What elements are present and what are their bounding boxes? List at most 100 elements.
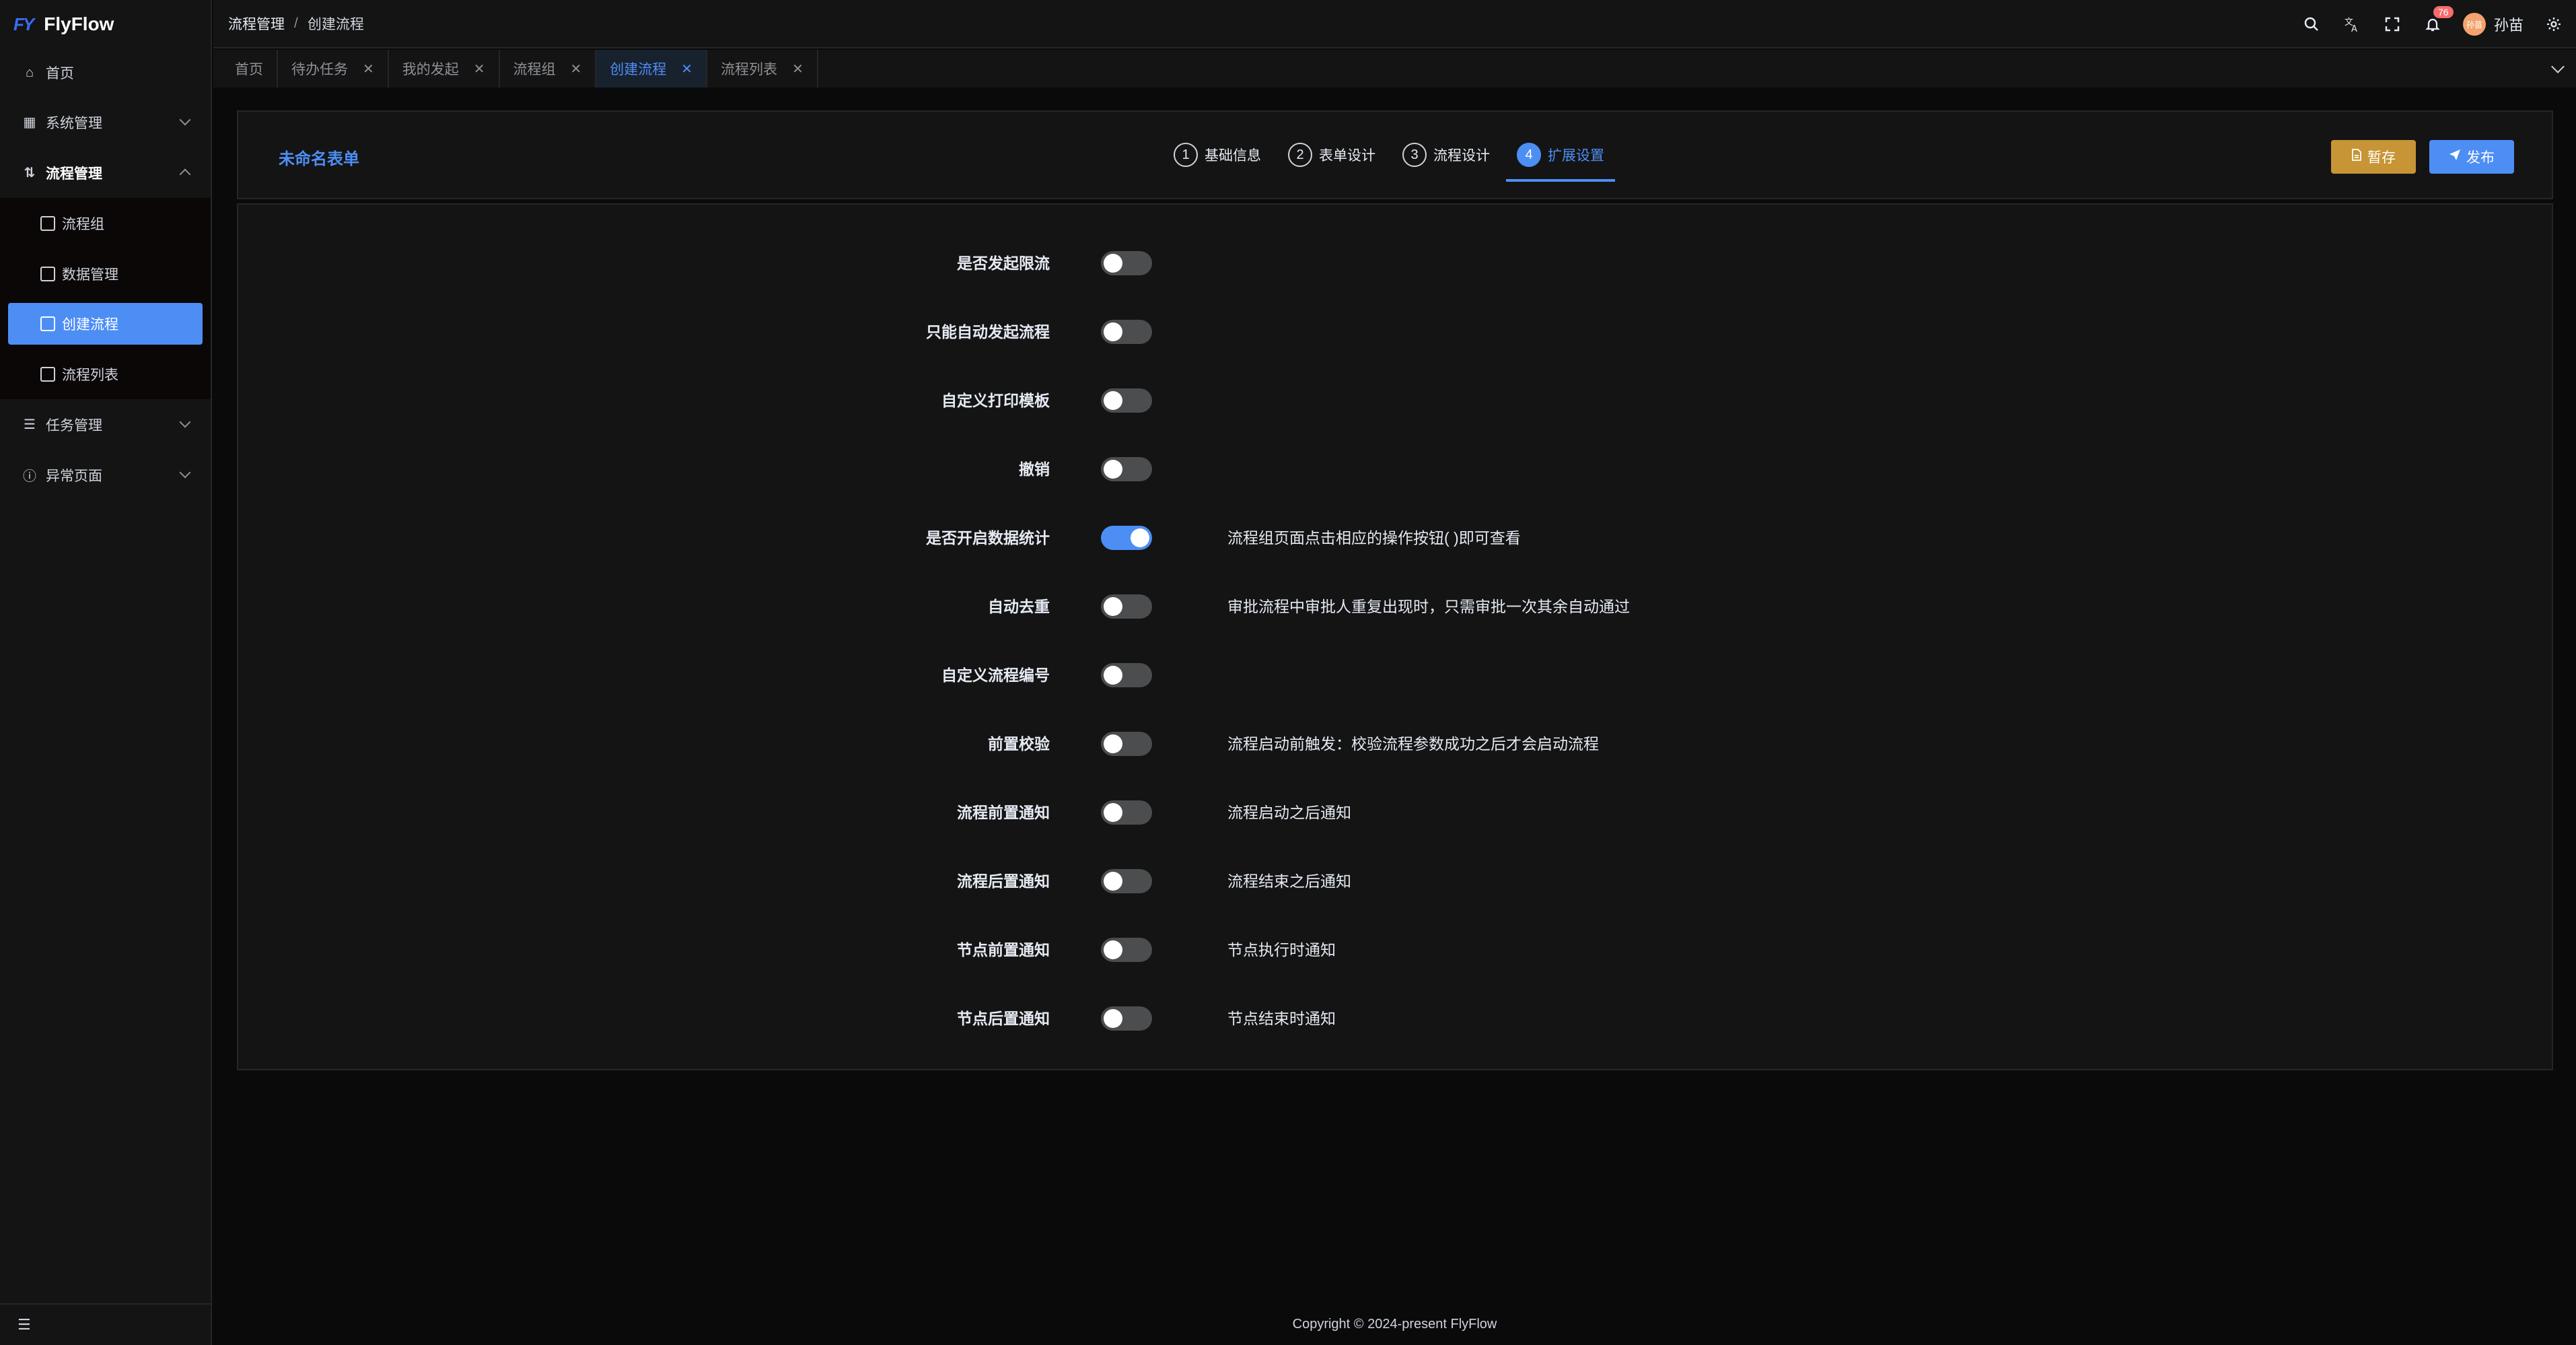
revoke-switch[interactable] (1101, 457, 1152, 481)
form-title[interactable]: 未命名表单 (279, 145, 359, 169)
setting-label: 自定义流程编号 (941, 666, 1050, 684)
collapse-sidebar-button[interactable]: ☰ (0, 1303, 211, 1345)
svg-text:A: A (2351, 24, 2357, 33)
step-form-design[interactable]: 2 表单设计 (1288, 140, 1375, 170)
gear-icon[interactable] (2544, 14, 2564, 34)
chevron-down-icon[interactable] (2551, 60, 2565, 73)
sidebar-item-task[interactable]: ☰ 任务管理 (0, 399, 211, 450)
auto-dedup-switch[interactable] (1101, 594, 1152, 619)
setting-label: 是否发起限流 (957, 254, 1050, 272)
menu-fold-icon: ☰ (17, 1316, 31, 1333)
flow-post-notify-switch[interactable] (1101, 869, 1152, 893)
sidebar-item-home[interactable]: ⌂ 首页 (0, 48, 211, 97)
rate-limit-switch[interactable] (1101, 251, 1152, 275)
sidebar-item-label: 流程组 (62, 216, 104, 232)
sidebar-item-flow-group[interactable]: 流程组 (0, 198, 211, 248)
custom-print-template-switch[interactable] (1101, 388, 1152, 413)
breadcrumb-item[interactable]: 流程管理 (228, 13, 285, 34)
sidebar-item-data-manage[interactable]: 数据管理 (0, 248, 211, 299)
save-label: 暂存 (2367, 150, 2396, 166)
save-draft-button[interactable]: 暂存 (2331, 140, 2416, 174)
close-icon[interactable]: ✕ (571, 61, 582, 77)
step-bar: 1 基础信息 2 表单设计 3 流程设计 4 扩展设置 (1174, 140, 1615, 182)
setting-label: 节点后置通知 (957, 1010, 1050, 1027)
setting-label: 自动去重 (988, 598, 1050, 615)
step-number: 4 (1517, 143, 1541, 167)
sidebar-item-label: 流程管理 (46, 166, 102, 182)
search-icon[interactable] (2301, 14, 2322, 34)
setting-label: 节点前置通知 (957, 941, 1050, 959)
sidebar-item-label: 数据管理 (62, 267, 118, 283)
setting-row: 节点后置通知 节点结束时通知 (238, 999, 2552, 1033)
setting-desc: 流程结束之后通知 (1227, 872, 1351, 890)
setting-desc: 流程组页面点击相应的操作按钮( )即可查看 (1227, 529, 1521, 547)
extension-settings-panel: 是否发起限流 只能自动发起流程 自定义打印模板 撤销 是否开启数据统计 流程组页… (237, 203, 2553, 1070)
sidebar-item-system[interactable]: ▦ 系统管理 (0, 97, 211, 147)
setting-row: 是否开启数据统计 流程组页面点击相应的操作按钮( )即可查看 (238, 518, 2552, 552)
flow-pre-notify-switch[interactable] (1101, 800, 1152, 825)
pre-validation-switch[interactable] (1101, 732, 1152, 756)
sidebar-item-flow[interactable]: ⇅ 流程管理 (0, 147, 211, 198)
setting-label: 自定义打印模板 (941, 392, 1050, 409)
publish-button[interactable]: 发布 (2429, 140, 2514, 174)
sidebar-item-create-flow[interactable]: 创建流程 (8, 303, 203, 345)
tab-flow-group[interactable]: 流程组 ✕ (500, 50, 597, 88)
sidebar-item-flow-list[interactable]: 流程列表 (0, 349, 211, 399)
setting-row: 自定义打印模板 (238, 381, 2552, 415)
close-icon[interactable]: ✕ (792, 61, 803, 77)
step-basic-info[interactable]: 1 基础信息 (1174, 140, 1261, 170)
avatar[interactable]: 孙苗 (2462, 13, 2486, 36)
close-icon[interactable]: ✕ (474, 61, 485, 77)
tab-flow-list[interactable]: 流程列表 ✕ (707, 50, 818, 88)
tab-label: 创建流程 (610, 62, 667, 77)
setting-desc: 流程启动之后通知 (1227, 804, 1351, 821)
setting-label: 是否开启数据统计 (926, 529, 1050, 547)
tab-label: 流程组 (513, 62, 556, 77)
auto-start-only-switch[interactable] (1101, 320, 1152, 344)
fullscreen-icon[interactable] (2382, 14, 2402, 34)
step-label: 基础信息 (1205, 148, 1261, 164)
sidebar-item-label: 首页 (46, 66, 74, 81)
list-icon: ☰ (24, 417, 36, 432)
step-number: 2 (1288, 143, 1312, 167)
sidebar-item-error[interactable]: ⓘ 异常页面 (0, 450, 211, 500)
setting-row: 只能自动发起流程 (238, 312, 2552, 346)
translate-icon[interactable]: 文A (2342, 14, 2362, 34)
flow-submenu: 流程组 数据管理 创建流程 流程列表 (0, 198, 211, 399)
tab-home[interactable]: 首页 (221, 50, 278, 88)
close-icon[interactable]: ✕ (363, 61, 374, 77)
bell-icon[interactable]: 76 (2423, 6, 2454, 34)
create-icon (40, 316, 55, 331)
node-pre-notify-switch[interactable] (1101, 938, 1152, 962)
step-extension-settings[interactable]: 4 扩展设置 (1506, 140, 1615, 182)
username[interactable]: 孙苗 (2494, 13, 2524, 35)
header-actions: 文A 76 孙苗 孙苗 (2301, 0, 2564, 48)
custom-flow-number-switch[interactable] (1101, 663, 1152, 687)
setting-label: 流程前置通知 (957, 804, 1050, 821)
chevron-down-icon (179, 114, 191, 126)
setting-label: 只能自动发起流程 (926, 323, 1050, 341)
tab-create-flow[interactable]: 创建流程 ✕ (596, 50, 708, 88)
close-icon[interactable]: ✕ (681, 61, 692, 77)
sidebar-item-label: 流程列表 (62, 367, 118, 383)
table-icon (40, 366, 55, 382)
setting-row: 撤销 (238, 450, 2552, 483)
app-logo[interactable]: FY FlyFlow (0, 0, 211, 48)
sidebar-item-label: 异常页面 (46, 468, 102, 484)
setting-label: 撤销 (1019, 460, 1050, 478)
publish-label: 发布 (2466, 150, 2495, 166)
data-statistics-switch[interactable] (1101, 526, 1152, 550)
grid-icon: ▦ (23, 115, 36, 130)
setting-row: 前置校验 流程启动前触发：校验流程参数成功之后才会启动流程 (238, 724, 2552, 758)
tab-my-started[interactable]: 我的发起 ✕ (389, 50, 500, 88)
step-flow-design[interactable]: 3 流程设计 (1402, 140, 1490, 170)
breadcrumb-separator: / (294, 15, 298, 31)
setting-label: 流程后置通知 (957, 872, 1050, 890)
setting-desc: 流程启动前触发：校验流程参数成功之后才会启动流程 (1227, 735, 1599, 753)
node-post-notify-switch[interactable] (1101, 1006, 1152, 1031)
chevron-up-icon (179, 168, 191, 180)
step-number: 3 (1402, 143, 1427, 167)
sidebar-item-label: 任务管理 (46, 417, 102, 434)
tab-label: 流程列表 (721, 62, 778, 77)
tab-todo[interactable]: 待办任务 ✕ (278, 50, 389, 88)
